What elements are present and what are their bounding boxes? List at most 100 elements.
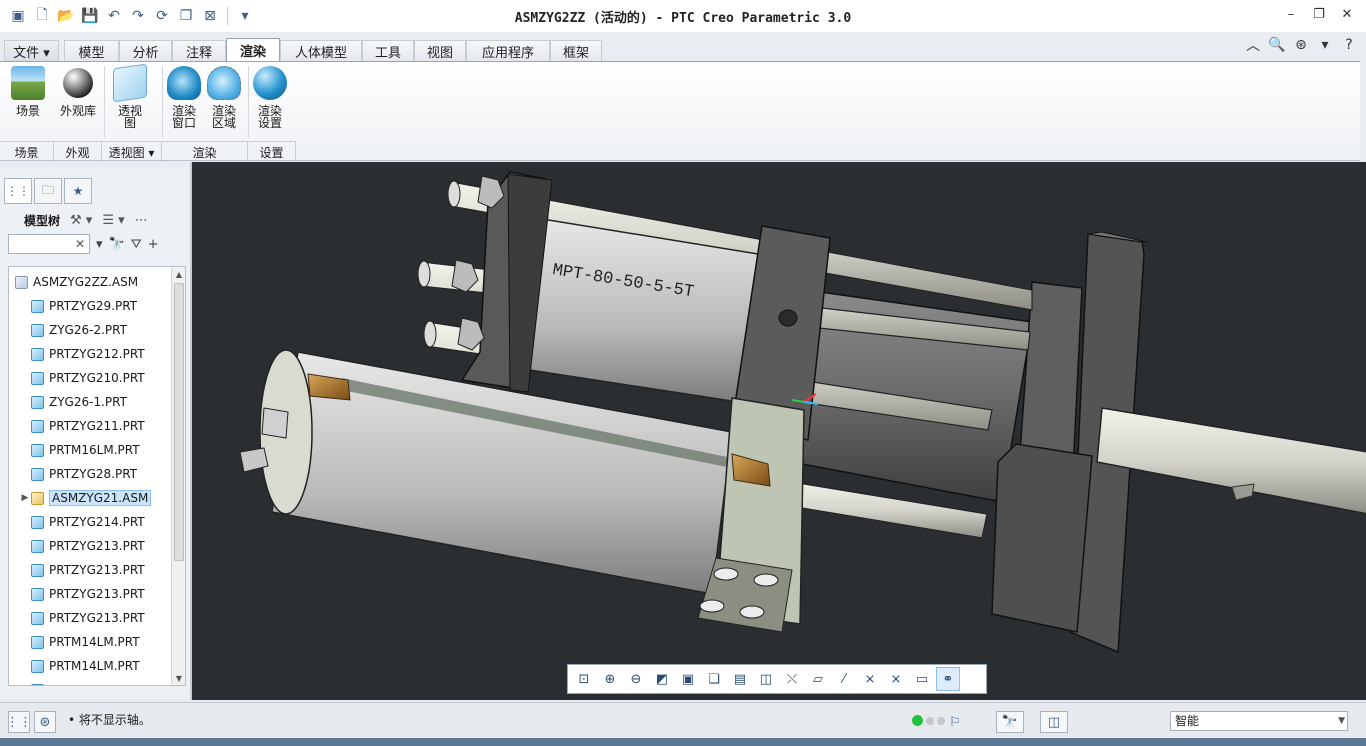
minimize-icon[interactable]: – — [1280, 4, 1302, 24]
help-icon[interactable]: ? — [1340, 36, 1358, 54]
tree-item[interactable]: PRTZYG29.PRT — [19, 295, 137, 317]
point-display-icon[interactable]: ⨯ — [858, 667, 882, 691]
collapse-ribbon-icon[interactable]: ︿ — [1244, 36, 1262, 54]
tree-item[interactable]: PRTZYG211.PRT — [19, 415, 145, 437]
tree-item-label: PRTZYG28.PRT — [49, 467, 137, 481]
tree-item[interactable]: ZYG26-1.PRT — [19, 391, 127, 413]
repaint-icon[interactable]: ◩ — [650, 667, 674, 691]
selection-filter-dropdown[interactable]: 智能 ▼ — [1170, 711, 1348, 731]
tab-render[interactable]: 渲染 — [226, 38, 280, 62]
graphics-viewport[interactable]: MPT-80-50-5-5T — [190, 162, 1366, 700]
flag-icon[interactable]: ⚐ — [944, 711, 966, 733]
tree-item[interactable]: PRTM14LM.PRT — [19, 655, 140, 677]
clear-search-icon[interactable]: ✕ — [75, 237, 85, 251]
search-dropdown-icon[interactable]: ▾ — [96, 237, 103, 252]
help-center-icon[interactable]: ⊛ — [1292, 36, 1310, 54]
zoom-out-icon[interactable]: ⊖ — [624, 667, 648, 691]
spin-center-icon[interactable]: ⚭ — [936, 667, 960, 691]
section-icon[interactable]: ⤬ — [780, 667, 804, 691]
render-settings-button[interactable]: 渲染设置 — [252, 66, 288, 129]
zoom-in-icon[interactable]: ⊕ — [598, 667, 622, 691]
tree-filter-icon[interactable]: ⋯ — [135, 213, 148, 228]
scroll-thumb[interactable] — [174, 283, 184, 561]
model-tree-tab-icon[interactable]: ⋮⋮ — [4, 178, 32, 204]
tree-item[interactable]: PRTZYG213.PRT — [19, 559, 145, 581]
tab-analysis[interactable]: 分析 — [119, 40, 172, 62]
tab-manikin[interactable]: 人体模型 — [280, 40, 362, 62]
part-icon — [31, 443, 44, 457]
axis-display-icon[interactable]: ⁄ — [832, 667, 856, 691]
tab-annotate[interactable]: 注释 — [172, 40, 226, 62]
tree-item[interactable]: PRTZYG212.PRT — [19, 343, 145, 365]
render-region-button[interactable]: 渲染区域 — [206, 66, 242, 129]
view-manager-icon[interactable]: ▤ — [728, 667, 752, 691]
close-icon[interactable]: ✕ — [1336, 4, 1358, 24]
display-style-icon[interactable]: ▣ — [676, 667, 700, 691]
ribbon-separator — [104, 66, 105, 138]
render-window-button[interactable]: 渲染窗口 — [166, 66, 202, 129]
tree-search-input[interactable]: ✕ — [8, 234, 90, 254]
favorites-tab-icon[interactable]: ★ — [64, 178, 92, 204]
help-dropdown-icon[interactable]: ▾ — [1316, 36, 1334, 54]
tree-item[interactable]: PRTM14LM.PRT — [19, 679, 140, 685]
scroll-down-icon[interactable]: ▼ — [172, 671, 185, 685]
tree-item[interactable]: ASMZYG2ZZ.ASM — [15, 271, 138, 293]
selection-filter-icon[interactable]: ◫ — [1040, 711, 1068, 733]
group-scene: 场景 — [0, 142, 54, 162]
tree-item[interactable]: PRTZYG213.PRT — [19, 583, 145, 605]
model-tree: ▲ ▼ ASMZYG2ZZ.ASM PRTZYG29.PRT ZYG26-2.PRT… — [8, 266, 186, 686]
tree-item[interactable]: ▶ ASMZYG21.ASM — [19, 487, 152, 509]
folder-browser-tab-icon[interactable]: 🗀 — [34, 178, 62, 204]
plane-display-icon[interactable]: ▱ — [806, 667, 830, 691]
appearance-gallery-button[interactable]: 外观库 — [56, 66, 100, 117]
tree-item[interactable]: PRTZYG28.PRT — [19, 463, 137, 485]
tree-item[interactable]: ZYG26-2.PRT — [19, 319, 127, 341]
search-icon[interactable]: 🔍 — [1268, 36, 1286, 54]
tree-item[interactable]: PRTM16LM.PRT — [19, 439, 140, 461]
status-message: • 将不显示轴。 — [68, 713, 151, 727]
render-region-icon — [207, 66, 241, 100]
toggle-browser-icon[interactable]: ⊛ — [34, 711, 56, 733]
show-icon[interactable]: ☰ ▾ — [102, 213, 124, 228]
tab-model[interactable]: 模型 — [64, 40, 119, 62]
group-appearance: 外观 — [54, 142, 102, 162]
tab-file[interactable]: 文件 ▾ — [4, 40, 59, 62]
tree-item[interactable]: PRTZYG214.PRT — [19, 511, 145, 533]
appearance-gallery-label: 外观库 — [59, 104, 96, 118]
tree-item-label: ASMZYG21.ASM — [49, 490, 152, 506]
tree-scrollbar[interactable]: ▲ ▼ — [171, 267, 185, 685]
tab-view[interactable]: 视图 — [414, 40, 466, 62]
perspective-view-icon[interactable]: ◫ — [754, 667, 778, 691]
perspective-button[interactable]: 透视图 — [112, 63, 148, 129]
ribbon-group-labels: 场景 外观 透视图 ▾ 渲染 设置 — [0, 141, 296, 162]
tree-item-label: ZYG26-1.PRT — [49, 395, 127, 409]
tree-item[interactable]: PRTZYG213.PRT — [19, 607, 145, 629]
flange-plate — [991, 443, 1093, 633]
group-perspective[interactable]: 透视图 ▾ — [102, 142, 162, 162]
saved-orientations-icon[interactable]: ❏ — [702, 667, 726, 691]
scene-button[interactable]: 场景 — [10, 66, 46, 117]
csys-display-icon[interactable]: ⨯ — [884, 667, 908, 691]
settings-icon[interactable]: ⚒ ▾ — [70, 213, 92, 228]
tree-item-label: PRTM14LM.PRT — [49, 683, 140, 685]
tree-item[interactable]: PRTM14LM.PRT — [19, 631, 140, 653]
toggle-navigator-icon[interactable]: ⋮⋮ — [6, 711, 32, 733]
find-icon[interactable]: 🔭 — [109, 237, 125, 252]
filter-icon[interactable]: ⛛ — [131, 237, 142, 252]
tab-tools[interactable]: 工具 — [362, 40, 414, 62]
tab-applications[interactable]: 应用程序 — [466, 40, 550, 62]
tab-framework[interactable]: 框架 — [550, 40, 602, 62]
find-binoculars-icon[interactable]: 🔭 — [996, 711, 1024, 733]
tree-item[interactable]: PRTZYG210.PRT — [19, 367, 145, 389]
status-green-light — [912, 715, 923, 726]
part-icon — [31, 371, 44, 385]
part-icon — [31, 347, 44, 361]
refit-icon[interactable]: ⊡ — [572, 667, 596, 691]
status-bar: ⋮⋮ ⊛ • 将不显示轴。 ⚐ 🔭 ◫ 智能 ▼ — [0, 702, 1366, 738]
tree-item[interactable]: PRTZYG213.PRT — [19, 535, 145, 557]
annotation-display-icon[interactable]: ▭ — [910, 667, 934, 691]
scroll-up-icon[interactable]: ▲ — [172, 267, 185, 281]
expand-arrow-icon[interactable]: ▶ — [19, 493, 31, 503]
add-icon[interactable]: + — [148, 237, 159, 252]
restore-icon[interactable]: ❐ — [1308, 4, 1330, 24]
